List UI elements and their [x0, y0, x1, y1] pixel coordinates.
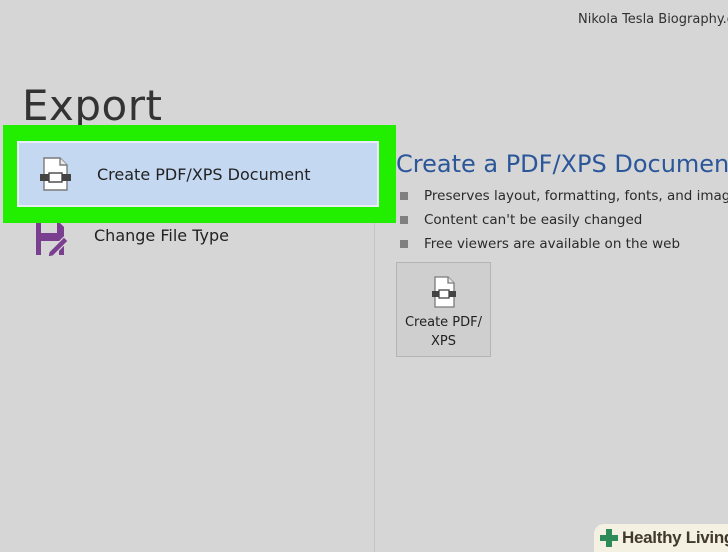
detail-title: Create a PDF/XPS Document [396, 150, 728, 178]
bullet-square-icon [400, 240, 408, 248]
plus-cross-icon [598, 527, 620, 549]
list-item: Content can't be easily changed [400, 208, 728, 232]
pdf-document-icon [35, 154, 75, 194]
feature-list: Preserves layout, formatting, fonts, and… [400, 184, 728, 256]
create-pdf-xps-label: Create PDF/XPS Document [97, 164, 311, 184]
document-title: Nikola Tesla Biography.docx [578, 12, 728, 27]
list-item: Preserves layout, formatting, fonts, and… [400, 184, 728, 208]
change-file-type-option[interactable]: Change File Type [24, 212, 374, 262]
create-pdf-xps-button-label: Create PDF/ XPS [404, 315, 483, 349]
change-file-type-icon [30, 217, 70, 257]
watermark-logo: Healthy Living [594, 524, 728, 552]
create-pdf-xps-option[interactable]: Create PDF/XPS Document [17, 141, 379, 207]
watermark-text: Healthy Living [622, 528, 728, 547]
create-pdf-xps-button[interactable]: Create PDF/ XPS [396, 262, 491, 357]
bullet-square-icon [400, 216, 408, 224]
bullet-square-icon [400, 192, 408, 200]
pdf-document-icon [429, 275, 459, 309]
list-item: Free viewers are available on the web [400, 232, 728, 256]
change-file-type-label: Change File Type [94, 225, 229, 245]
